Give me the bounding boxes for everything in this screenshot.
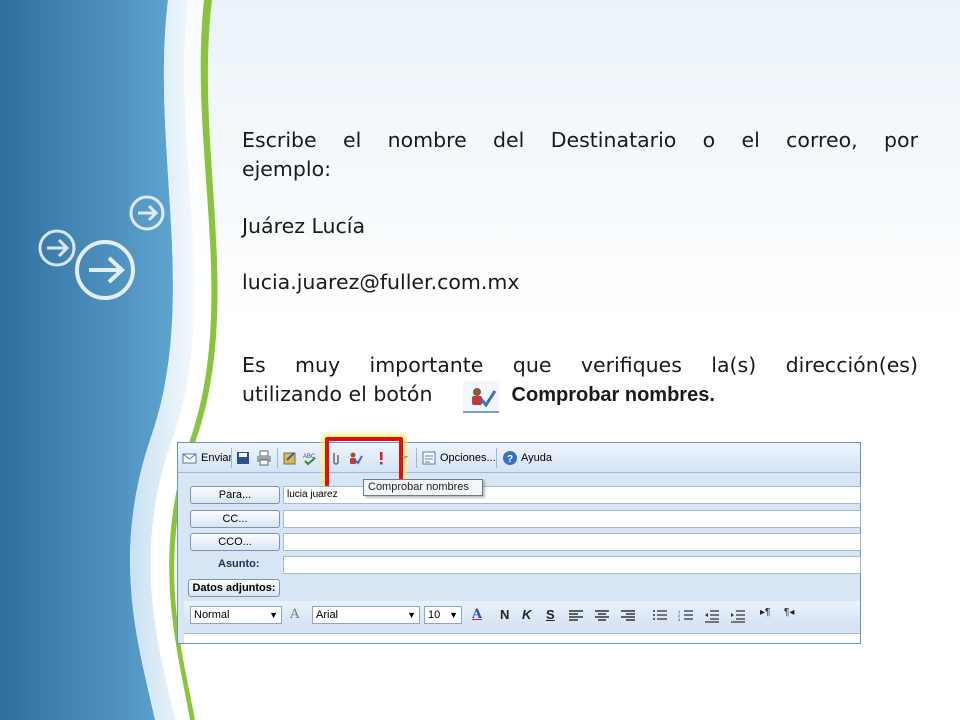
importance-line-2-text: utilizando el botón xyxy=(242,382,433,406)
to-value: lucia juarez xyxy=(287,489,338,500)
chevron-down-icon: ▼ xyxy=(449,610,458,620)
print-button[interactable] xyxy=(256,449,272,467)
instruction-line-1: Escribe el nombre del Destinatario o el … xyxy=(242,128,918,152)
align-left-icon[interactable] xyxy=(568,609,584,623)
compose-window: Enviar ABC Opciones... ? Ayuda Comprobar… xyxy=(177,437,861,644)
more-options-dropdown[interactable] xyxy=(396,449,412,467)
paperclip-icon xyxy=(333,453,339,465)
save-button[interactable] xyxy=(235,449,251,467)
example-name: Juárez Lucía xyxy=(242,214,366,238)
attach-button[interactable] xyxy=(328,449,344,467)
importance-line-1: Es muy importante que verifiques la(s) d… xyxy=(242,353,918,377)
chevron-down-icon xyxy=(400,456,408,460)
svg-text:3: 3 xyxy=(678,617,681,622)
importance-line-2: utilizando el botón Comprobar nombres. xyxy=(242,380,918,413)
exclamation-icon xyxy=(380,452,383,465)
check-names-icon xyxy=(350,452,363,465)
example-email: lucia.juarez@fuller.com.mx xyxy=(242,270,520,294)
help-icon: ? xyxy=(503,451,517,465)
format-toolbar: Normal ▼ A Arial ▼ 10 ▼ A N K S 123 ▸¶ ¶◂ xyxy=(184,601,860,631)
send-label: Enviar xyxy=(201,452,233,464)
options-icon xyxy=(422,451,436,465)
bcc-input[interactable] xyxy=(283,533,861,551)
send-icon xyxy=(182,453,197,464)
bcc-button[interactable]: CCO... xyxy=(190,533,280,551)
underline-button[interactable]: S xyxy=(546,607,555,622)
decrease-indent-icon[interactable] xyxy=(704,609,720,623)
rtl-icon[interactable]: ¶◂ xyxy=(784,607,794,618)
spelling-button[interactable]: ABC xyxy=(302,449,318,467)
address-book-button[interactable] xyxy=(282,449,298,467)
options-label: Opciones... xyxy=(440,452,496,464)
options-button[interactable]: Opciones... xyxy=(421,449,496,467)
font-select[interactable]: Arial ▼ xyxy=(312,606,420,624)
to-button[interactable]: Para... xyxy=(190,486,280,504)
message-body[interactable] xyxy=(184,633,860,643)
toolbar-divider xyxy=(231,448,232,468)
cc-button[interactable]: CC... xyxy=(190,510,280,528)
toolbar-divider xyxy=(496,448,497,468)
check-names-tooltip: Comprobar nombres xyxy=(363,479,483,496)
toolbar-divider xyxy=(277,448,278,468)
align-center-icon[interactable] xyxy=(594,609,610,623)
toolbar-divider xyxy=(416,448,417,468)
style-value: Normal xyxy=(194,609,230,621)
svg-text:?: ? xyxy=(507,454,513,465)
numbering-icon[interactable]: 123 xyxy=(678,609,694,623)
cc-input[interactable] xyxy=(283,510,861,528)
help-label: Ayuda xyxy=(521,452,552,464)
subject-label: Asunto: xyxy=(218,558,260,570)
size-value: 10 xyxy=(428,609,441,621)
font-color-icon[interactable]: A xyxy=(472,607,482,622)
address-book-icon xyxy=(283,452,296,465)
main-toolbar: Enviar ABC Opciones... ? Ayuda xyxy=(178,443,860,473)
bullets-icon[interactable] xyxy=(652,609,668,623)
instruction-line-2: ejemplo: xyxy=(242,157,332,181)
help-button[interactable]: ? Ayuda xyxy=(502,449,552,467)
check-names-icon xyxy=(463,381,499,413)
font-size-a-icon[interactable]: A xyxy=(290,607,299,622)
bold-button[interactable]: N xyxy=(500,607,509,622)
size-select[interactable]: 10 ▼ xyxy=(424,606,462,624)
send-button[interactable]: Enviar xyxy=(182,449,232,467)
italic-button[interactable]: K xyxy=(522,607,531,622)
align-right-icon[interactable] xyxy=(620,609,636,623)
print-icon xyxy=(257,450,271,466)
chevron-down-icon: ▼ xyxy=(269,610,278,620)
save-icon xyxy=(237,452,249,464)
style-select[interactable]: Normal ▼ xyxy=(190,606,282,624)
font-value: Arial xyxy=(316,609,339,621)
subject-input[interactable] xyxy=(283,556,861,574)
spelling-icon: ABC xyxy=(303,454,316,466)
importance-high-button[interactable] xyxy=(373,449,389,467)
ltr-icon[interactable]: ▸¶ xyxy=(760,607,770,618)
increase-indent-icon[interactable] xyxy=(730,609,746,623)
check-names-label: Comprobar nombres. xyxy=(511,384,715,406)
chevron-down-icon: ▼ xyxy=(407,610,416,620)
check-names-button[interactable] xyxy=(347,449,363,467)
attachments-button[interactable]: Datos adjuntos: xyxy=(188,579,280,597)
